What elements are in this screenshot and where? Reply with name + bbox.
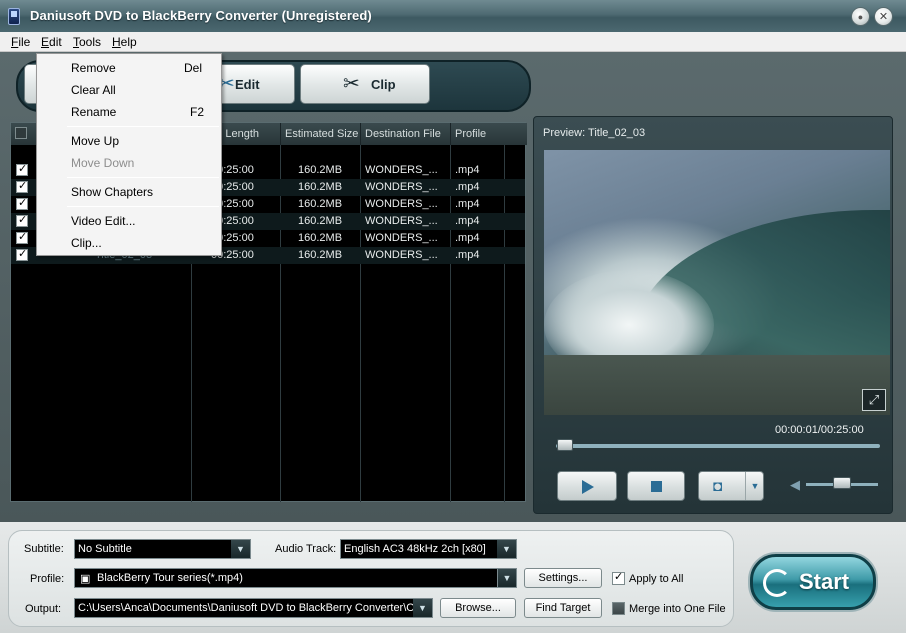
subtitle-label: Subtitle: [24, 543, 64, 555]
shortcut-remove: Del [184, 61, 203, 75]
edit-menu: Remove Del Clear All Rename F2 Move Up M… [36, 53, 222, 256]
refresh-icon [763, 569, 791, 597]
menu-item-video-edit[interactable]: Video Edit... [71, 214, 136, 228]
fullscreen-icon[interactable]: ⤢ [862, 389, 886, 411]
row-checkbox[interactable] [16, 213, 28, 227]
chevron-down-icon: ▼ [497, 569, 516, 587]
col-destination[interactable]: Destination File [365, 128, 441, 140]
menu-bar: File Edit Tools Help [0, 32, 906, 52]
settings-button[interactable]: Settings... [524, 568, 602, 588]
apply-to-all-checkbox[interactable] [612, 570, 625, 585]
device-icon: ▣ [80, 573, 91, 585]
select-all-checkbox[interactable] [15, 127, 27, 139]
profile-select[interactable]: ▣ BlackBerry Tour series(*.mp4) ▼ [74, 568, 517, 588]
menu-tools[interactable]: Tools [73, 35, 101, 49]
stop-icon [651, 481, 662, 492]
clip-button-label: Clip [371, 77, 396, 92]
preview-panel: Preview: Title_02_03 ⤢ 00:00:01/00:25:00… [533, 116, 893, 514]
seek-bar[interactable] [556, 444, 880, 448]
snapshot-dropdown[interactable]: ▼ [745, 472, 764, 500]
find-target-button[interactable]: Find Target [524, 598, 602, 618]
subtitle-select[interactable]: No Subtitle ▼ [74, 539, 251, 559]
preview-title: Preview: Title_02_03 [543, 127, 646, 139]
chevron-down-icon: ▼ [497, 540, 516, 558]
edit-button-label: Edit [235, 77, 260, 92]
app-icon [8, 8, 20, 25]
menu-item-move-up[interactable]: Move Up [71, 134, 119, 148]
col-profile[interactable]: Profile [455, 128, 486, 140]
video-preview [544, 150, 890, 415]
menu-item-show-chapters[interactable]: Show Chapters [71, 185, 153, 199]
close-button[interactable]: ✕ [874, 7, 893, 26]
menu-help[interactable]: Help [112, 35, 137, 49]
menu-file[interactable]: File [11, 35, 30, 49]
volume-icon: ◀ [790, 477, 800, 492]
profile-label: Profile: [30, 573, 65, 585]
menu-item-clear-all[interactable]: Clear All [71, 83, 116, 97]
menu-item-remove[interactable]: Remove [71, 61, 116, 75]
merge-checkbox[interactable] [612, 602, 625, 615]
stop-button[interactable] [627, 471, 685, 501]
row-checkbox[interactable] [16, 196, 28, 210]
row-checkbox[interactable] [16, 230, 28, 244]
chevron-down-icon: ▼ [231, 540, 250, 558]
chevron-down-icon: ▼ [413, 599, 432, 617]
camera-icon: ◘ [713, 478, 723, 495]
play-button[interactable] [557, 471, 617, 501]
start-button-label: Start [799, 569, 850, 594]
title-bar: Daniusoft DVD to BlackBerry Converter (U… [0, 0, 906, 32]
merge-label: Merge into One File [629, 603, 726, 615]
output-label: Output: [25, 603, 62, 615]
audio-track-label: Audio Track: [275, 543, 337, 555]
col-size[interactable]: Estimated Size [285, 128, 358, 140]
row-checkbox[interactable] [16, 247, 28, 261]
playback-time: 00:00:01/00:25:00 [775, 424, 864, 436]
browse-button[interactable]: Browse... [440, 598, 516, 618]
snapshot-button[interactable]: ◘ ▼ [698, 471, 764, 501]
settings-area: Subtitle: No Subtitle ▼ Audio Track: Eng… [0, 522, 906, 633]
menu-item-clip[interactable]: Clip... [71, 236, 102, 250]
start-button[interactable]: Start [750, 554, 876, 610]
close-icon: ✕ [878, 11, 889, 23]
menu-item-move-down[interactable]: Move Down [71, 156, 134, 170]
row-checkbox[interactable] [16, 179, 28, 193]
window-title: Daniusoft DVD to BlackBerry Converter (U… [30, 8, 372, 23]
minimize-button[interactable]: ● [851, 7, 870, 26]
scissors-icon: ✂ [343, 73, 360, 95]
minimize-icon: ● [857, 12, 864, 22]
menu-item-rename[interactable]: Rename [71, 105, 116, 119]
row-checkbox[interactable] [16, 162, 28, 176]
clip-button[interactable]: ✂ Clip [300, 64, 430, 104]
volume-handle[interactable] [833, 477, 851, 489]
menu-edit[interactable]: Edit [41, 35, 62, 49]
output-path-select[interactable]: C:\Users\Anca\Documents\Daniusoft DVD to… [74, 598, 433, 618]
shortcut-rename: F2 [190, 105, 205, 119]
audio-track-select[interactable]: English AC3 48kHz 2ch [x80] ▼ [340, 539, 517, 559]
play-icon [582, 480, 594, 494]
seek-handle[interactable] [557, 439, 574, 451]
apply-to-all-label: Apply to All [629, 573, 684, 585]
